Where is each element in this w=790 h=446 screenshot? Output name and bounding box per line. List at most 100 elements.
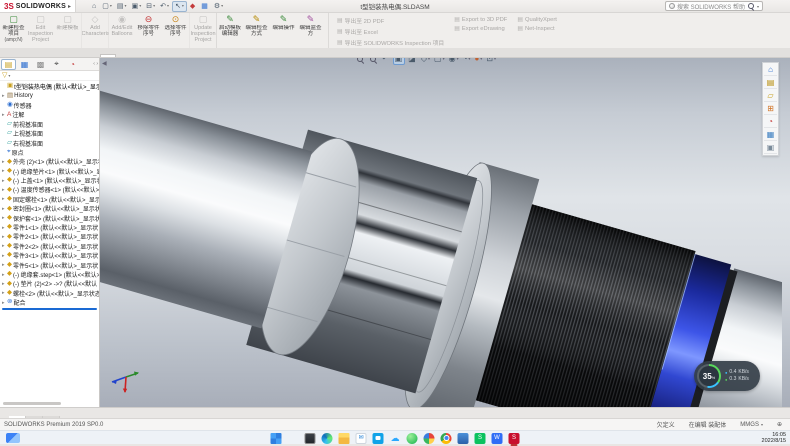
ribbon-tab[interactable] (2, 55, 16, 57)
tree-item[interactable]: ▸ ◆ 固定螺栓<1> (默认<<默认>_显示 (0, 195, 99, 204)
tree-item[interactable]: ▸ ◆ 密封圈<1> (默认<<默认>_显示状 (0, 204, 99, 213)
propertymanager-tab[interactable]: ▦ (17, 59, 32, 70)
undo-icon[interactable]: ↶▾ (158, 2, 171, 11)
dimxpert-tab[interactable]: ⌖ (49, 59, 64, 70)
zoom-to-area-icon[interactable] (368, 58, 379, 64)
edit-appearance-icon[interactable]: ◔▾ (462, 58, 472, 64)
mail-icon[interactable]: ✉ (356, 433, 367, 444)
ribbon-button[interactable]: ◉ Add/Edit Balloons (108, 13, 135, 48)
ribbon-tab[interactable] (72, 55, 86, 57)
taskbar-clock[interactable]: 16:05 2022/8/15 (762, 432, 786, 444)
tree-item[interactable]: ▸ ◆ (-) 温度传感器<1> (默认<<默认>_ (0, 185, 99, 194)
file-explorer-icon[interactable]: ▱ (764, 90, 777, 102)
ribbon-button[interactable]: ▢ Update Inspection Project (189, 13, 216, 48)
ribbon-tab[interactable] (100, 54, 116, 57)
featuremanager-tab[interactable]: ▤ (1, 59, 16, 70)
save-icon[interactable]: ▣▾ (130, 2, 144, 11)
menu-expand-icon[interactable]: ▸ (68, 3, 71, 10)
export-menu-item[interactable]: ▤Net-Inspect (517, 25, 557, 32)
tree-item[interactable]: ▸ ◆ (-) 垫片 (2)<2> ->? (默认<<默认 (0, 279, 99, 288)
export-menu-item[interactable]: ▤导出至 SOLIDWORKS Inspection 项目 (337, 38, 444, 47)
performance-monitor-widget[interactable]: 35% ● 0.4KB/s ● 0.3KB/s (694, 361, 760, 391)
new-document-icon[interactable]: ▢▾ (100, 2, 114, 11)
export-menu-item[interactable]: ▤Export to 3D PDF (454, 16, 507, 23)
tree-item[interactable]: ◉ 传感器 (0, 101, 99, 110)
tree-item[interactable]: ▸ ◆ (-) 绝缘垫片<1> (默认<<默认>_显 (0, 167, 99, 176)
solidworks-taskbar-icon[interactable]: S (509, 433, 520, 444)
store-icon[interactable] (373, 433, 384, 444)
tree-item[interactable]: ▸ ◆ 保护套<1> (默认<<默认>_显示状 (0, 213, 99, 222)
panel-tabs-overflow-icon[interactable]: ‹ › (93, 61, 98, 67)
ribbon-button[interactable]: ✎ 启动模板编辑器 (216, 13, 243, 48)
ribbon-button[interactable]: ▢ Edit Inspection Project (27, 13, 54, 48)
units-selector[interactable]: MMGS▾ (740, 422, 763, 428)
search-caret-icon[interactable]: ▾ (757, 4, 759, 9)
widgets-icon[interactable] (6, 433, 20, 443)
custom-properties-icon[interactable]: ▦ (764, 129, 777, 141)
design-library-icon[interactable]: ▤ (764, 77, 777, 89)
appearances-scenes-icon[interactable]: ◔ (764, 116, 777, 128)
device-app-icon[interactable] (458, 433, 469, 444)
tree-item[interactable]: ▸ A 注解 (0, 110, 99, 119)
annotation-view-icon[interactable]: ◪ (407, 58, 418, 64)
rollback-bar[interactable] (2, 308, 97, 310)
help-search-input[interactable]: 搜索 SOLIDWORKS 帮助 ▾ (665, 1, 763, 11)
taskbar-search-icon[interactable] (288, 433, 299, 444)
tree-item[interactable]: ▸ ◆ 外壳 (2)<1> (默认<<默认>_显示状 (0, 157, 99, 166)
ribbon-button[interactable]: ▢ 新建模板 (54, 13, 81, 48)
home-icon[interactable]: ⌂ (90, 2, 99, 11)
export-menu-item[interactable]: ▤QualityXpert (517, 16, 557, 23)
tree-item[interactable]: ▸ ◆ 零件1<1> (默认<<默认>_显示状 (0, 223, 99, 232)
filter-funnel-icon[interactable]: ▽ (2, 72, 7, 79)
solidworks-resources-icon[interactable]: ⌂ (764, 64, 777, 76)
file-explorer-icon[interactable] (339, 433, 350, 444)
tree-item[interactable]: ▱ 上视基准面 (0, 129, 99, 138)
tree-item[interactable]: ▸ ⊚ 配合 (0, 298, 99, 307)
ribbon-tab[interactable] (16, 55, 30, 57)
cloud-app-icon[interactable]: ☁ (390, 433, 401, 444)
ribbon-tab[interactable] (44, 55, 58, 57)
filter-caret-icon[interactable]: ▾ (8, 73, 10, 78)
ribbon-tab[interactable] (58, 55, 72, 57)
display-style-icon[interactable]: ▢▾ (433, 58, 446, 64)
configuration-manager-tab[interactable]: ▩ (33, 59, 48, 70)
ribbon-button[interactable]: ✎ 编辑操作 (270, 13, 297, 48)
tree-filter[interactable]: ▽ ▾ (0, 71, 99, 81)
tree-item[interactable]: ▱ 前视基准面 (0, 120, 99, 129)
file-properties-icon[interactable]: ▦ (199, 2, 211, 11)
display-manager-tab[interactable]: ◔ (65, 59, 80, 70)
options-icon[interactable]: ⚙▾ (212, 2, 225, 11)
tree-item[interactable]: ▱ 右视基准面 (0, 138, 99, 147)
tree-item[interactable]: ⌖ 原点 (0, 148, 99, 157)
ribbon-button[interactable]: ◇ Add Characteristic (81, 13, 108, 48)
view-settings-icon[interactable]: ⊡▾ (485, 58, 497, 64)
apply-scene-icon[interactable]: ●▾ (473, 58, 483, 64)
print-icon[interactable]: ⊟▾ (144, 2, 157, 11)
tree-item[interactable]: ▸ ◆ 零件5<1> (默认<<默认>_显示状 (0, 260, 99, 269)
tree-item[interactable]: ▸ ▤ History (0, 91, 99, 100)
tree-item[interactable]: ▸ ◆ 零件3<1> (默认<<默认>_显示状 (0, 251, 99, 260)
view-orientation-icon[interactable]: ◇▾ (420, 58, 431, 64)
tree-item[interactable]: ▸ ◆ (-) 绝缘套.step<1> (默认<<默认> (0, 270, 99, 279)
ribbon-tab[interactable] (86, 55, 100, 57)
start-button[interactable] (271, 433, 282, 444)
tree-item[interactable]: ▸ ◆ (-) 上盖<1> (默认<<默认>_显示状 (0, 176, 99, 185)
task-view-icon[interactable] (305, 433, 316, 444)
previous-view-icon[interactable]: ↶ (381, 58, 391, 64)
ribbon-button[interactable]: ⊖ 移除零件序号 (135, 13, 162, 48)
section-view-icon[interactable]: ▣ (393, 58, 406, 65)
ribbon-button[interactable]: ✎ 编辑检查方式 (243, 13, 270, 48)
select-icon[interactable]: ↖▾ (172, 1, 187, 12)
panel-horizontal-scrollbar[interactable] (3, 402, 61, 405)
browser-wheel-icon[interactable] (424, 433, 435, 444)
s-app-icon[interactable]: S (475, 433, 486, 444)
export-menu-item[interactable]: ▤导出至 2D PDF (337, 16, 444, 25)
ribbon-button[interactable]: ✎ 编辑监查方 (297, 13, 324, 48)
tree-item[interactable]: ▸ ◆ 零件2<1> (默认<<默认>_显示状 (0, 232, 99, 241)
rebuild-icon[interactable]: ◆ (188, 2, 198, 11)
tree-item[interactable]: ▣ t型铠装热电偶 (默认<默认>_显示状态-1 (0, 82, 99, 91)
toolbox-icon[interactable]: ⊞ (764, 103, 777, 115)
export-menu-item[interactable]: ▤Export eDrawing (454, 25, 507, 32)
export-menu-item[interactable]: ▤导出至 Excel (337, 27, 444, 36)
green-app-icon[interactable] (407, 433, 418, 444)
